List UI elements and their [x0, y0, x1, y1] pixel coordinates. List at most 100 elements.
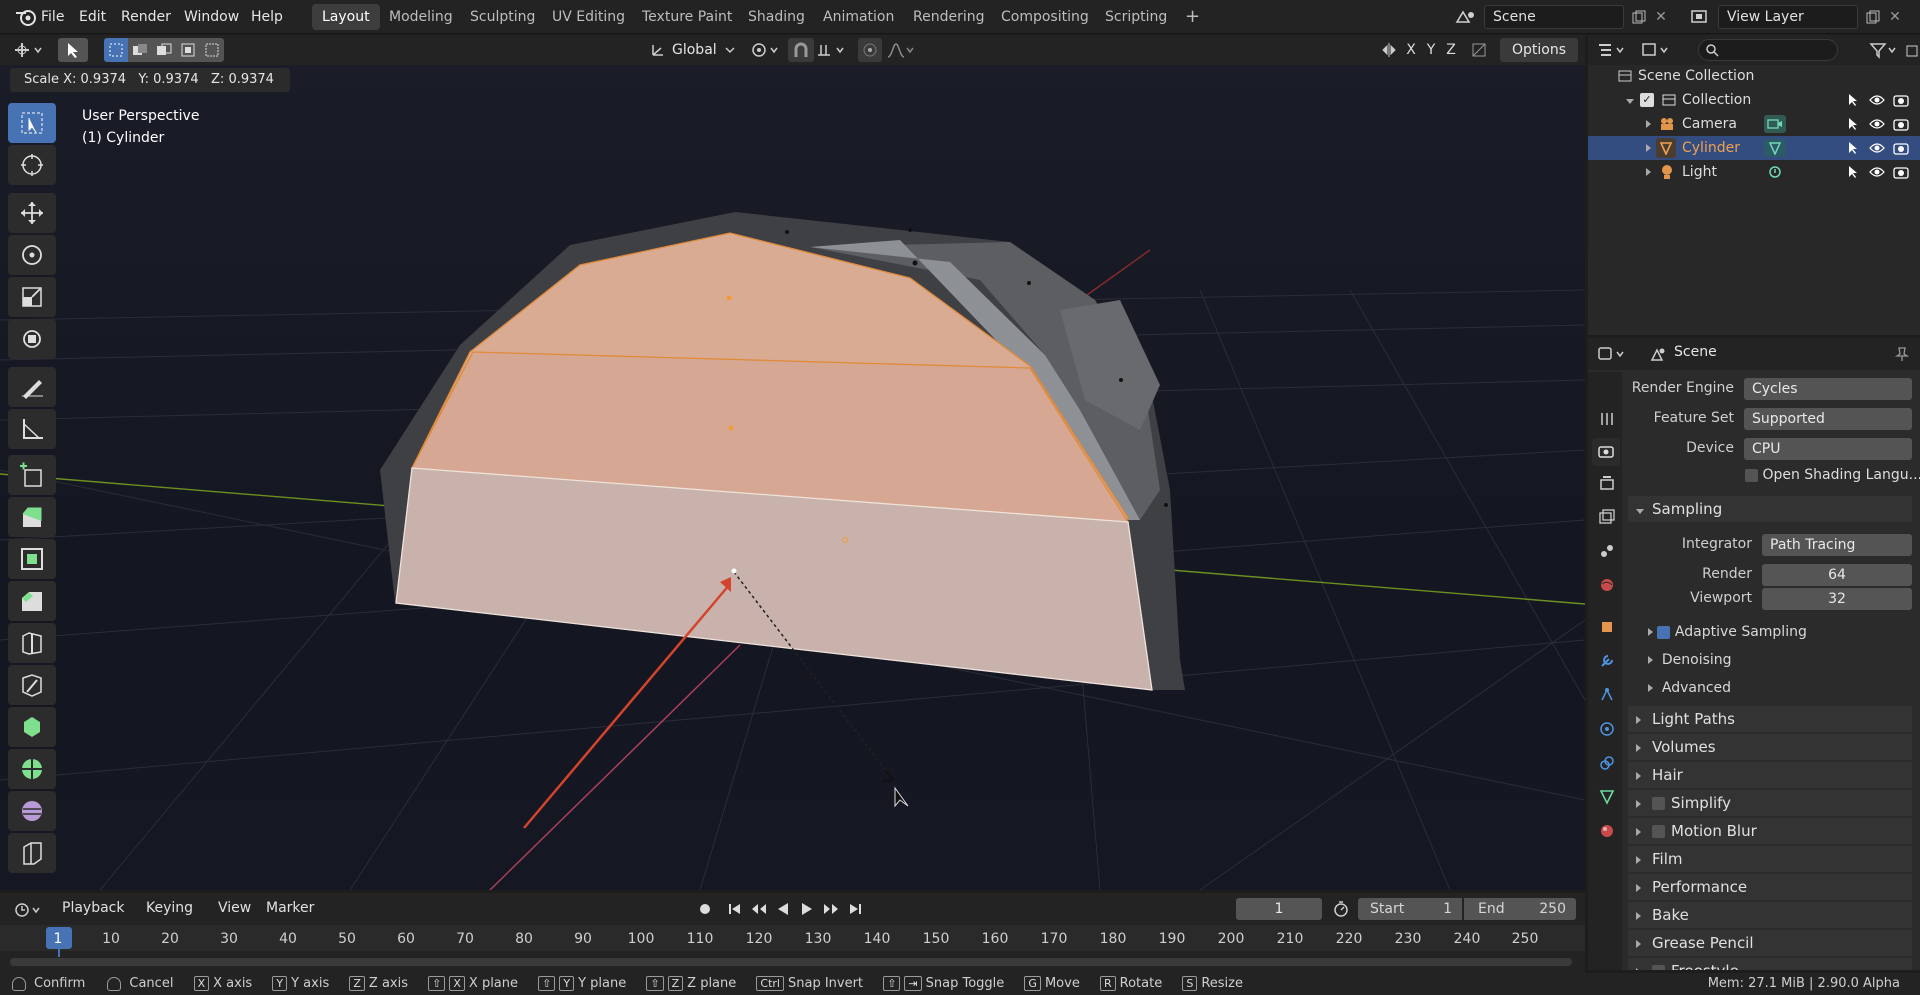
mirror-axis-icon[interactable]	[1378, 39, 1400, 61]
delete-view-layer-icon[interactable]: ✕	[1886, 6, 1904, 28]
scene-tab-icon[interactable]	[1596, 540, 1618, 562]
expand-arrow-icon[interactable]	[1646, 136, 1651, 160]
camera-data-icon[interactable]	[1764, 115, 1786, 133]
tab-layout[interactable]: Layout	[312, 4, 380, 30]
selectable-arrow-icon[interactable]	[1844, 115, 1862, 133]
tab-modeling[interactable]: Modeling	[379, 4, 463, 30]
new-collection-icon[interactable]	[1904, 39, 1920, 61]
menu-window[interactable]: Window	[184, 6, 239, 28]
3d-viewport[interactable]: User Perspective (1) Cylinder	[0, 35, 1585, 890]
bevel-tool[interactable]	[8, 581, 56, 621]
editor-type-icon[interactable]	[8, 39, 48, 61]
render-tab-icon[interactable]	[1592, 438, 1620, 466]
blender-logo-icon[interactable]	[10, 7, 44, 27]
annotate-tool[interactable]	[8, 367, 56, 407]
marker-menu[interactable]: Marker	[266, 900, 314, 916]
bake-panel[interactable]: Bake	[1628, 902, 1912, 928]
jump-end-icon[interactable]	[844, 898, 866, 920]
outliner-row-scene-collection[interactable]: Scene Collection	[1588, 64, 1920, 88]
inset-tool[interactable]	[8, 539, 56, 579]
extrude-tool[interactable]	[8, 497, 56, 537]
prev-keyframe-icon[interactable]	[748, 898, 770, 920]
device-dropdown[interactable]: CPU	[1744, 438, 1912, 460]
integrator-dropdown[interactable]: Path Tracing	[1762, 534, 1912, 556]
material-tab-icon[interactable]	[1596, 820, 1618, 842]
snap-target-icon[interactable]	[814, 38, 848, 62]
feature-set-dropdown[interactable]: Supported	[1744, 408, 1912, 430]
particles-tab-icon[interactable]	[1596, 684, 1618, 706]
advanced-subpanel[interactable]: Advanced	[1648, 680, 1731, 696]
eye-icon[interactable]	[1868, 163, 1886, 181]
grease-pencil-panel[interactable]: Grease Pencil	[1628, 930, 1912, 956]
constraints-tab-icon[interactable]	[1596, 752, 1618, 774]
loop-cut-tool[interactable]	[8, 623, 56, 663]
properties-editor-type-icon[interactable]	[1594, 343, 1630, 365]
viewport-samples-field[interactable]: 32	[1762, 588, 1912, 610]
selectable-arrow-icon[interactable]	[1844, 139, 1862, 157]
freestyle-panel[interactable]: Freestyle	[1628, 958, 1912, 970]
render-samples-field[interactable]: 64	[1762, 564, 1912, 586]
mirror-z-toggle[interactable]: Z	[1442, 39, 1460, 61]
tool-tab-icon[interactable]	[1596, 408, 1618, 430]
scale-tool[interactable]	[8, 277, 56, 317]
eye-icon[interactable]	[1868, 139, 1886, 157]
selection-mode-subtract-icon[interactable]	[152, 38, 176, 62]
tab-animation[interactable]: Animation	[813, 4, 904, 30]
jump-start-icon[interactable]	[724, 898, 746, 920]
next-keyframe-icon[interactable]	[820, 898, 842, 920]
outliner-row-collection[interactable]: ✓ Collection	[1588, 88, 1920, 112]
object-tab-icon[interactable]	[1596, 616, 1618, 638]
sampling-panel-header[interactable]: Sampling	[1628, 496, 1912, 522]
menu-help[interactable]: Help	[251, 6, 283, 28]
select-mode-tool-icon[interactable]	[58, 38, 88, 62]
data-tab-icon[interactable]	[1596, 786, 1618, 808]
filter-icon[interactable]	[1866, 39, 1902, 61]
selection-mode-extend-icon[interactable]	[128, 38, 152, 62]
denoising-subpanel[interactable]: Denoising	[1648, 652, 1732, 668]
camera-render-icon[interactable]	[1892, 115, 1910, 133]
world-tab-icon[interactable]	[1596, 574, 1618, 596]
pivot-point-icon[interactable]	[748, 38, 782, 62]
snap-toggle-icon[interactable]	[788, 38, 814, 62]
transform-orientation-icon[interactable]	[646, 39, 670, 61]
tab-rendering[interactable]: Rendering	[903, 4, 995, 30]
auto-merge-icon[interactable]	[1468, 39, 1490, 61]
view-layer-tab-icon[interactable]	[1596, 506, 1618, 528]
view-layer-field[interactable]: View Layer	[1718, 5, 1858, 29]
cursor-tool[interactable]	[8, 145, 56, 185]
selection-mode-invert-icon[interactable]	[176, 38, 200, 62]
rotate-tool[interactable]	[8, 235, 56, 275]
expand-arrow-icon[interactable]	[1646, 160, 1651, 184]
add-cube-tool[interactable]	[8, 455, 56, 495]
end-frame-field[interactable]: End 250	[1464, 898, 1576, 920]
scene-name-field[interactable]: Scene	[1484, 5, 1624, 29]
eye-icon[interactable]	[1868, 91, 1886, 109]
scene-selector-icon[interactable]	[1450, 6, 1482, 28]
camera-render-icon[interactable]	[1892, 139, 1910, 157]
knife-tool[interactable]	[8, 665, 56, 705]
tab-scripting[interactable]: Scripting	[1095, 4, 1177, 30]
spin-tool[interactable]	[8, 749, 56, 789]
modifier-tab-icon[interactable]	[1596, 650, 1618, 672]
view-layer-icon[interactable]	[1684, 6, 1716, 28]
outliner-row-camera[interactable]: Camera	[1588, 112, 1920, 136]
timeline-editor-type-icon[interactable]	[10, 899, 46, 921]
selectable-arrow-icon[interactable]	[1844, 91, 1862, 109]
poly-build-tool[interactable]	[8, 707, 56, 747]
mirror-y-toggle[interactable]: Y	[1422, 39, 1440, 61]
keying-menu[interactable]: Keying	[146, 900, 193, 916]
light-paths-panel[interactable]: Light Paths	[1628, 706, 1912, 732]
outliner-row-cylinder[interactable]: Cylinder	[1588, 136, 1920, 160]
proportional-editing-icon[interactable]	[858, 38, 882, 62]
collection-checkbox[interactable]: ✓	[1640, 93, 1654, 107]
physics-tab-icon[interactable]	[1596, 718, 1618, 740]
hair-panel[interactable]: Hair	[1628, 762, 1912, 788]
view-menu[interactable]: View	[218, 900, 251, 916]
camera-render-icon[interactable]	[1892, 91, 1910, 109]
selection-mode-intersect-icon[interactable]	[200, 38, 224, 62]
performance-panel[interactable]: Performance	[1628, 874, 1912, 900]
move-tool[interactable]	[8, 193, 56, 233]
edge-slide-tool[interactable]	[8, 833, 56, 873]
options-dropdown[interactable]: Options	[1500, 38, 1578, 62]
osl-checkbox[interactable]: Open Shading Langu...	[1745, 467, 1920, 483]
